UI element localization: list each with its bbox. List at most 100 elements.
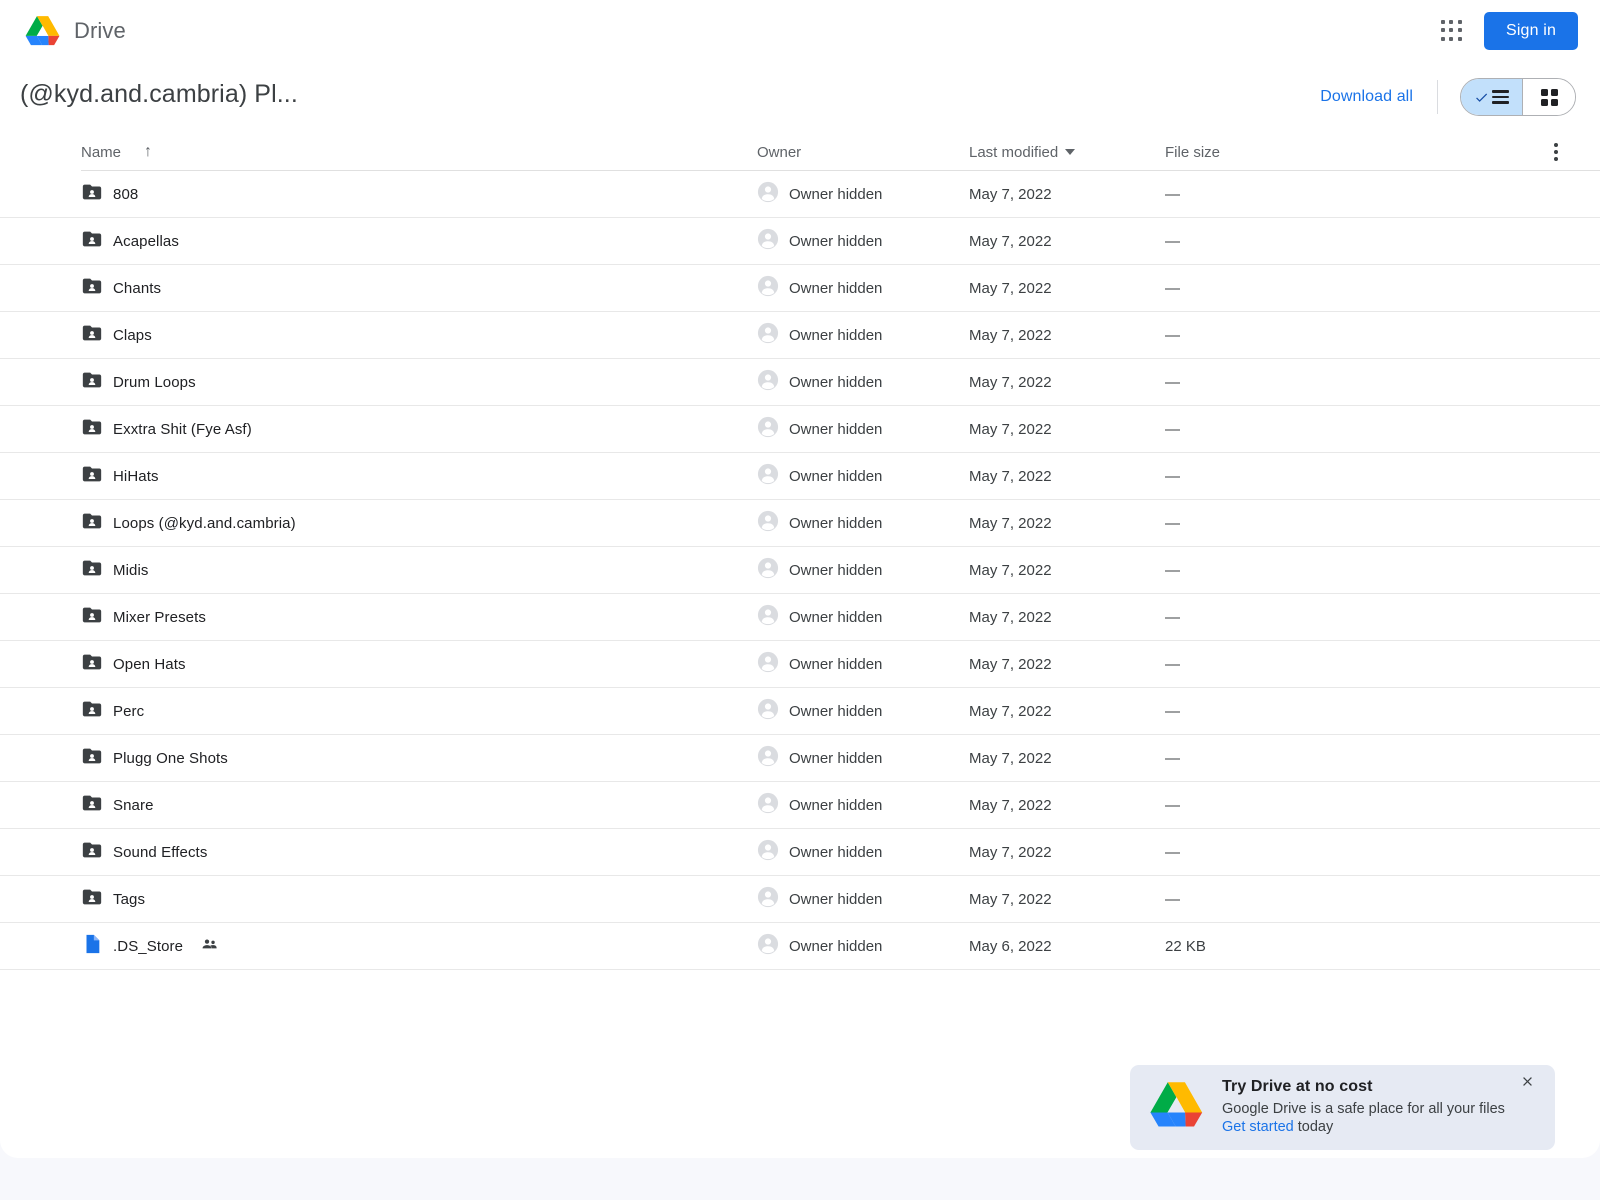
apps-grid-icon[interactable] xyxy=(1440,19,1464,43)
last-modified-cell: May 7, 2022 xyxy=(969,702,1052,720)
file-name-cell[interactable]: Chants xyxy=(81,275,757,301)
shared-folder-icon xyxy=(81,275,103,301)
file-size-cell: — xyxy=(1165,185,1180,203)
file-name-label: Claps xyxy=(113,326,152,344)
file-size-cell: — xyxy=(1165,561,1180,579)
owner-avatar-icon xyxy=(757,839,779,865)
owner-label: Owner hidden xyxy=(789,467,883,485)
owner-label: Owner hidden xyxy=(789,561,883,579)
file-name-cell[interactable]: .DS_Store xyxy=(81,933,757,959)
file-size-cell: — xyxy=(1165,890,1180,908)
column-header-name[interactable]: Name ↑ xyxy=(81,144,757,161)
file-size-cell: — xyxy=(1165,326,1180,344)
column-header-file-size[interactable]: File size xyxy=(1165,144,1536,161)
file-size-cell: — xyxy=(1165,373,1180,391)
owner-cell: Owner hidden xyxy=(757,604,969,630)
shared-folder-icon xyxy=(81,698,103,724)
table-row[interactable]: Loops (@kyd.and.cambria) Owner hidden May … xyxy=(0,500,1600,547)
owner-cell: Owner hidden xyxy=(757,557,969,583)
file-name-cell[interactable]: Claps xyxy=(81,322,757,348)
file-size-cell: — xyxy=(1165,279,1180,297)
table-row[interactable]: Open Hats Owner hidden May 7, 2022 — xyxy=(0,641,1600,688)
table-body: 808 Owner hidden May 7, 2022 — Acapellas Owne… xyxy=(0,171,1600,970)
toast-body-line1: Google Drive is a safe place for all you… xyxy=(1222,1101,1505,1118)
column-header-last-modified-label: Last modified xyxy=(969,143,1059,161)
file-name-label: Snare xyxy=(113,796,154,814)
file-name-cell[interactable]: Perc xyxy=(81,698,757,724)
brand-name: Drive xyxy=(74,18,126,43)
shared-folder-icon xyxy=(81,839,103,865)
close-icon[interactable] xyxy=(1517,1071,1537,1091)
grid-view-button[interactable] xyxy=(1523,79,1575,115)
sub-header-actions: Download all xyxy=(1320,78,1576,116)
table-row[interactable]: 808 Owner hidden May 7, 2022 — xyxy=(0,171,1600,218)
table-row[interactable]: Acapellas Owner hidden May 7, 2022 — xyxy=(0,218,1600,265)
table-row[interactable]: Plugg One Shots Owner hidden May 7, 2022 — xyxy=(0,735,1600,782)
owner-avatar-icon xyxy=(757,698,779,724)
file-name-cell[interactable]: Snare xyxy=(81,792,757,818)
file-name-cell[interactable]: Mixer Presets xyxy=(81,604,757,630)
column-header-owner[interactable]: Owner xyxy=(757,144,969,161)
file-name-cell[interactable]: Plugg One Shots xyxy=(81,745,757,771)
table-row[interactable]: Claps Owner hidden May 7, 2022 — xyxy=(0,312,1600,359)
top-bar: Drive Sign in xyxy=(0,0,1600,62)
table-row[interactable]: Snare Owner hidden May 7, 2022 — xyxy=(0,782,1600,829)
table-row[interactable]: HiHats Owner hidden May 7, 2022 — xyxy=(0,453,1600,500)
table-row[interactable]: Tags Owner hidden May 7, 2022 — xyxy=(0,876,1600,923)
close-x-icon xyxy=(1522,1076,1532,1086)
owner-cell: Owner hidden xyxy=(757,886,969,912)
table-row[interactable]: Midis Owner hidden May 7, 2022 — xyxy=(0,547,1600,594)
table-row[interactable]: .DS_Store Owner hidden May 6, 2022 22 KB xyxy=(0,923,1600,970)
shared-folder-icon xyxy=(81,745,103,771)
drive-brand[interactable]: Drive xyxy=(24,14,126,48)
list-view-button[interactable] xyxy=(1461,79,1523,115)
table-more-options-button[interactable] xyxy=(1536,143,1576,161)
file-name-cell[interactable]: Loops (@kyd.and.cambria) xyxy=(81,510,757,536)
sign-in-button[interactable]: Sign in xyxy=(1484,12,1578,50)
file-name-cell[interactable]: Acapellas xyxy=(81,228,757,254)
file-name-cell[interactable]: Sound Effects xyxy=(81,839,757,865)
shared-folder-icon xyxy=(81,416,103,442)
owner-avatar-icon xyxy=(757,228,779,254)
file-name-label: HiHats xyxy=(113,467,159,485)
table-row[interactable]: Sound Effects Owner hidden May 7, 2022 — xyxy=(0,829,1600,876)
file-name-cell[interactable]: 808 xyxy=(81,181,757,207)
table-row[interactable]: Drum Loops Owner hidden May 7, 2022 — xyxy=(0,359,1600,406)
table-row[interactable]: Chants Owner hidden May 7, 2022 — xyxy=(0,265,1600,312)
file-size-cell: — xyxy=(1165,232,1180,250)
owner-avatar-icon xyxy=(757,510,779,536)
file-name-cell[interactable]: Exxtra Shit (Fye Asf) xyxy=(81,416,757,442)
owner-cell: Owner hidden xyxy=(757,698,969,724)
shared-folder-icon xyxy=(81,651,103,677)
table-row[interactable]: Perc Owner hidden May 7, 2022 — xyxy=(0,688,1600,735)
last-modified-cell: May 7, 2022 xyxy=(969,279,1052,297)
file-name-cell[interactable]: Open Hats xyxy=(81,651,757,677)
file-size-cell: — xyxy=(1165,514,1180,532)
table-row[interactable]: Exxtra Shit (Fye Asf) Owner hidden May 7, … xyxy=(0,406,1600,453)
shared-folder-icon xyxy=(81,463,103,489)
owner-cell: Owner hidden xyxy=(757,651,969,677)
file-name-cell[interactable]: Tags xyxy=(81,886,757,912)
toast-text: Try Drive at no cost Google Drive is a s… xyxy=(1222,1078,1517,1137)
owner-avatar-icon xyxy=(757,792,779,818)
file-name-cell[interactable]: HiHats xyxy=(81,463,757,489)
arrow-up-icon: ↑ xyxy=(144,143,153,160)
shared-folder-icon xyxy=(81,228,103,254)
download-all-button[interactable]: Download all xyxy=(1320,88,1437,106)
list-view-icon xyxy=(1492,90,1509,104)
file-name-label: .DS_Store xyxy=(113,937,184,955)
owner-avatar-icon xyxy=(757,322,779,348)
last-modified-cell: May 7, 2022 xyxy=(969,749,1052,767)
toast-get-started-link[interactable]: Get started xyxy=(1222,1119,1294,1135)
file-name-cell[interactable]: Drum Loops xyxy=(81,369,757,395)
last-modified-cell: May 7, 2022 xyxy=(969,514,1052,532)
file-name-cell[interactable]: Midis xyxy=(81,557,757,583)
last-modified-cell: May 7, 2022 xyxy=(969,843,1052,861)
file-size-cell: — xyxy=(1165,843,1180,861)
file-name-label: 808 xyxy=(113,185,139,203)
owner-cell: Owner hidden xyxy=(757,181,969,207)
column-header-last-modified[interactable]: Last modified xyxy=(969,144,1165,161)
shared-folder-icon xyxy=(81,557,103,583)
owner-label: Owner hidden xyxy=(789,514,883,532)
table-row[interactable]: Mixer Presets Owner hidden May 7, 2022 — xyxy=(0,594,1600,641)
